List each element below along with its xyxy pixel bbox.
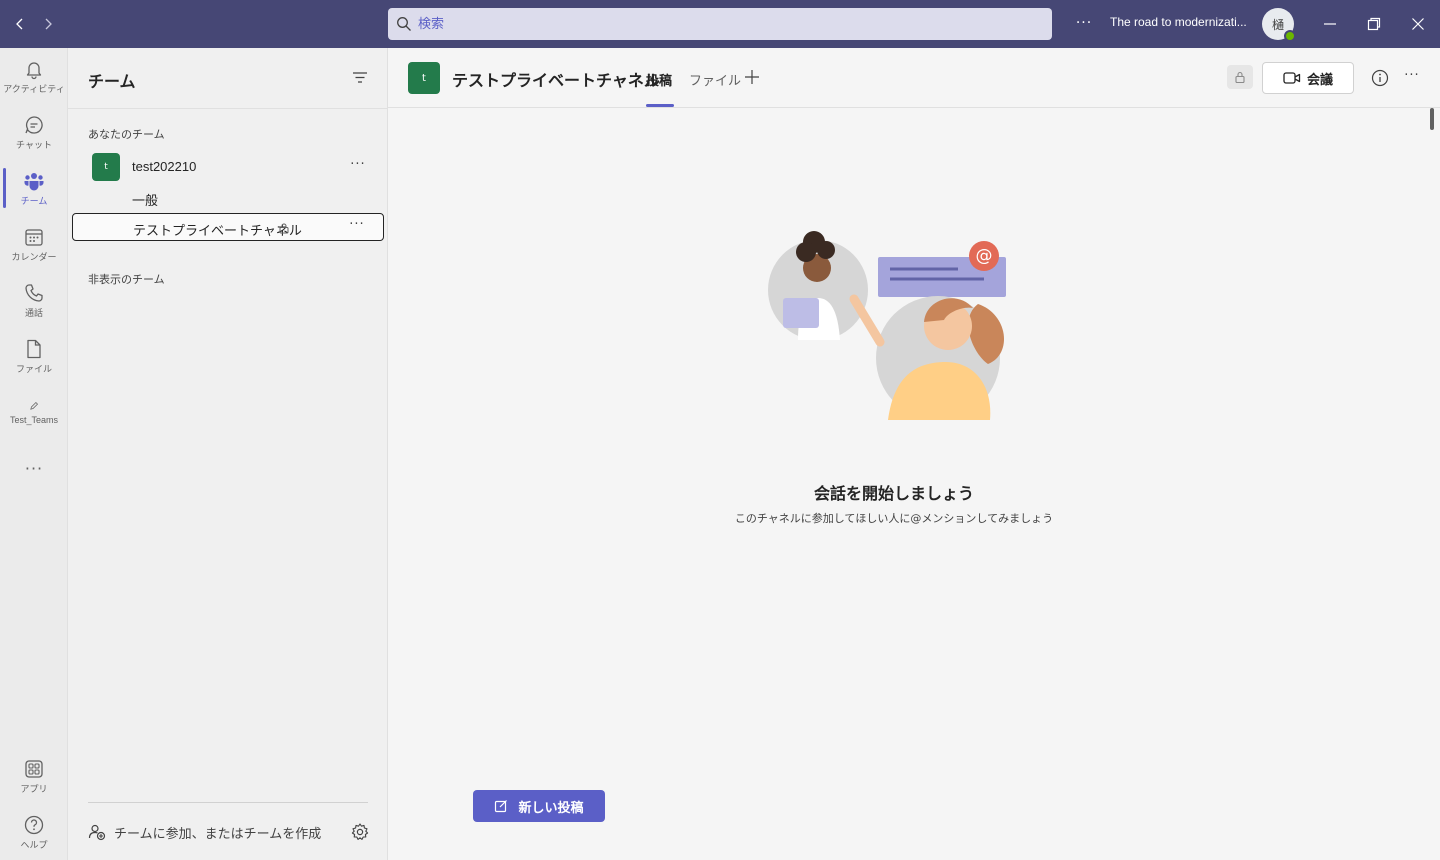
channel-title: テストプライベートチャネル [452, 71, 660, 90]
forward-button[interactable] [36, 12, 60, 36]
channel-main: t テストプライベートチャネル 投稿 ファイル 会議 ··· @ 会話を開始しま… [388, 48, 1440, 860]
new-post-button[interactable]: 新しい投稿 [473, 790, 605, 822]
rail-item-calendar[interactable]: カレンダー [0, 216, 68, 272]
settings-button[interactable] [350, 822, 370, 842]
rail-item-help[interactable]: ヘルプ [0, 804, 68, 860]
filter-icon [353, 72, 367, 83]
rail-label: 通話 [24, 308, 43, 319]
restore-icon [1367, 17, 1381, 31]
teams-icon [24, 172, 44, 190]
join-label: チームに参加、またはチームを作成 [114, 826, 322, 842]
titlebar-more-button[interactable]: ··· [1072, 12, 1096, 36]
rail-item-activity[interactable]: アクティビティ [0, 48, 68, 104]
divider [88, 802, 368, 803]
section-your-teams[interactable]: あなたのチーム [88, 126, 165, 142]
pane-title: チーム [88, 72, 136, 91]
phone-icon [25, 283, 43, 302]
rail-label: Test_Teams [9, 415, 59, 425]
gear-icon [351, 823, 369, 840]
channel-team-avatar: t [408, 62, 440, 94]
info-icon [1371, 69, 1389, 87]
avatar-initial: 樋 [1271, 17, 1284, 32]
channel-more-button[interactable]: ··· [347, 217, 367, 237]
search-input[interactable] [418, 8, 1018, 40]
back-button[interactable] [8, 12, 32, 36]
channel-row-general[interactable]: 一般 [72, 184, 384, 212]
new-post-label: 新しい投稿 [518, 800, 584, 816]
plus-icon [745, 70, 759, 84]
minimize-button[interactable] [1314, 8, 1346, 40]
rail-label: ヘルプ [20, 840, 48, 851]
scrollbar-thumb[interactable] [1430, 108, 1434, 130]
pencil-icon [30, 401, 39, 410]
rail-item-test-teams[interactable]: Test_Teams [0, 384, 68, 440]
people-add-icon [88, 824, 106, 841]
rail-item-calls[interactable]: 通話 [0, 272, 68, 328]
user-avatar[interactable]: 樋 [1262, 8, 1296, 42]
teams-list-pane: チーム あなたのチーム t test202210 ··· 一般 テストプライベー… [68, 48, 388, 860]
meet-button[interactable]: 会議 [1262, 62, 1354, 94]
rail-label: アプリ [20, 784, 48, 795]
title-bar: ··· The road to modernizati... 樋 [0, 0, 1440, 48]
help-icon [24, 815, 44, 834]
team-row[interactable]: t test202210 ··· [72, 149, 384, 185]
restore-button[interactable] [1358, 8, 1390, 40]
org-name[interactable]: The road to modernizati... [1110, 15, 1247, 29]
rail-label: チーム [20, 196, 48, 207]
chat-icon [25, 115, 43, 134]
rail-label: アクティビティ [3, 84, 65, 95]
join-or-create-team-button[interactable]: チームに参加、またはチームを作成 [88, 820, 321, 844]
team-avatar: t [92, 153, 120, 181]
svg-text:@: @ [976, 246, 993, 266]
team-name: test202210 [132, 159, 197, 174]
rail-label: ファイル [15, 364, 52, 375]
rail-item-files[interactable]: ファイル [0, 328, 68, 384]
chevron-right-icon [45, 18, 52, 30]
rail-more-button[interactable]: ··· [0, 440, 68, 496]
app-bar: アクティビティ チャット チーム カレンダー 通話 ファイル Test_Team… [0, 48, 68, 860]
section-hidden-teams[interactable]: 非表示のチーム [88, 271, 165, 287]
apps-icon [25, 759, 43, 778]
search-bar[interactable] [388, 8, 1052, 40]
channel-info-button[interactable] [1370, 68, 1390, 88]
start-conversation-illustration: @ [768, 231, 1006, 420]
filter-button[interactable] [350, 68, 370, 88]
empty-state-title: 会話を開始しましょう [813, 484, 974, 503]
private-channel-indicator [1227, 65, 1253, 89]
divider [68, 108, 388, 109]
active-tab-indicator [646, 104, 674, 107]
team-more-button[interactable]: ··· [348, 157, 368, 177]
tab-files[interactable]: ファイル [689, 70, 741, 89]
empty-state-subtitle: このチャネルに参加してほしい人に@メンションしてみましょう [734, 512, 1054, 525]
channel-row-private[interactable]: テストプライベートチャネル ··· [72, 213, 384, 241]
rail-label: チャット [16, 140, 52, 151]
add-tab-button[interactable] [742, 67, 762, 87]
file-icon [27, 339, 41, 358]
close-button[interactable] [1402, 8, 1434, 40]
channel-header: t テストプライベートチャネル 投稿 ファイル 会議 ··· [388, 48, 1440, 108]
calendar-icon [25, 228, 43, 246]
compose-icon [495, 800, 508, 813]
rail-label: カレンダー [11, 252, 57, 263]
bell-icon [26, 61, 42, 79]
channel-name: 一般 [132, 194, 159, 209]
presence-available-icon [1284, 30, 1296, 42]
more-icon: ··· [24, 458, 44, 478]
minimize-icon [1324, 23, 1336, 25]
chevron-left-icon [16, 18, 23, 30]
tab-posts[interactable]: 投稿 [646, 70, 672, 89]
channel-name: テストプライベートチャネル [133, 224, 302, 239]
rail-item-chat[interactable]: チャット [0, 104, 68, 160]
video-camera-icon [1283, 72, 1301, 84]
meet-label: 会議 [1306, 72, 1333, 88]
rail-item-teams[interactable]: チーム [0, 160, 68, 216]
lock-icon [279, 223, 289, 234]
rail-item-apps[interactable]: アプリ [0, 748, 68, 804]
close-icon [1412, 18, 1424, 30]
lock-icon [1235, 71, 1245, 84]
search-icon [397, 17, 411, 31]
channel-more-button[interactable]: ··· [1402, 68, 1422, 88]
